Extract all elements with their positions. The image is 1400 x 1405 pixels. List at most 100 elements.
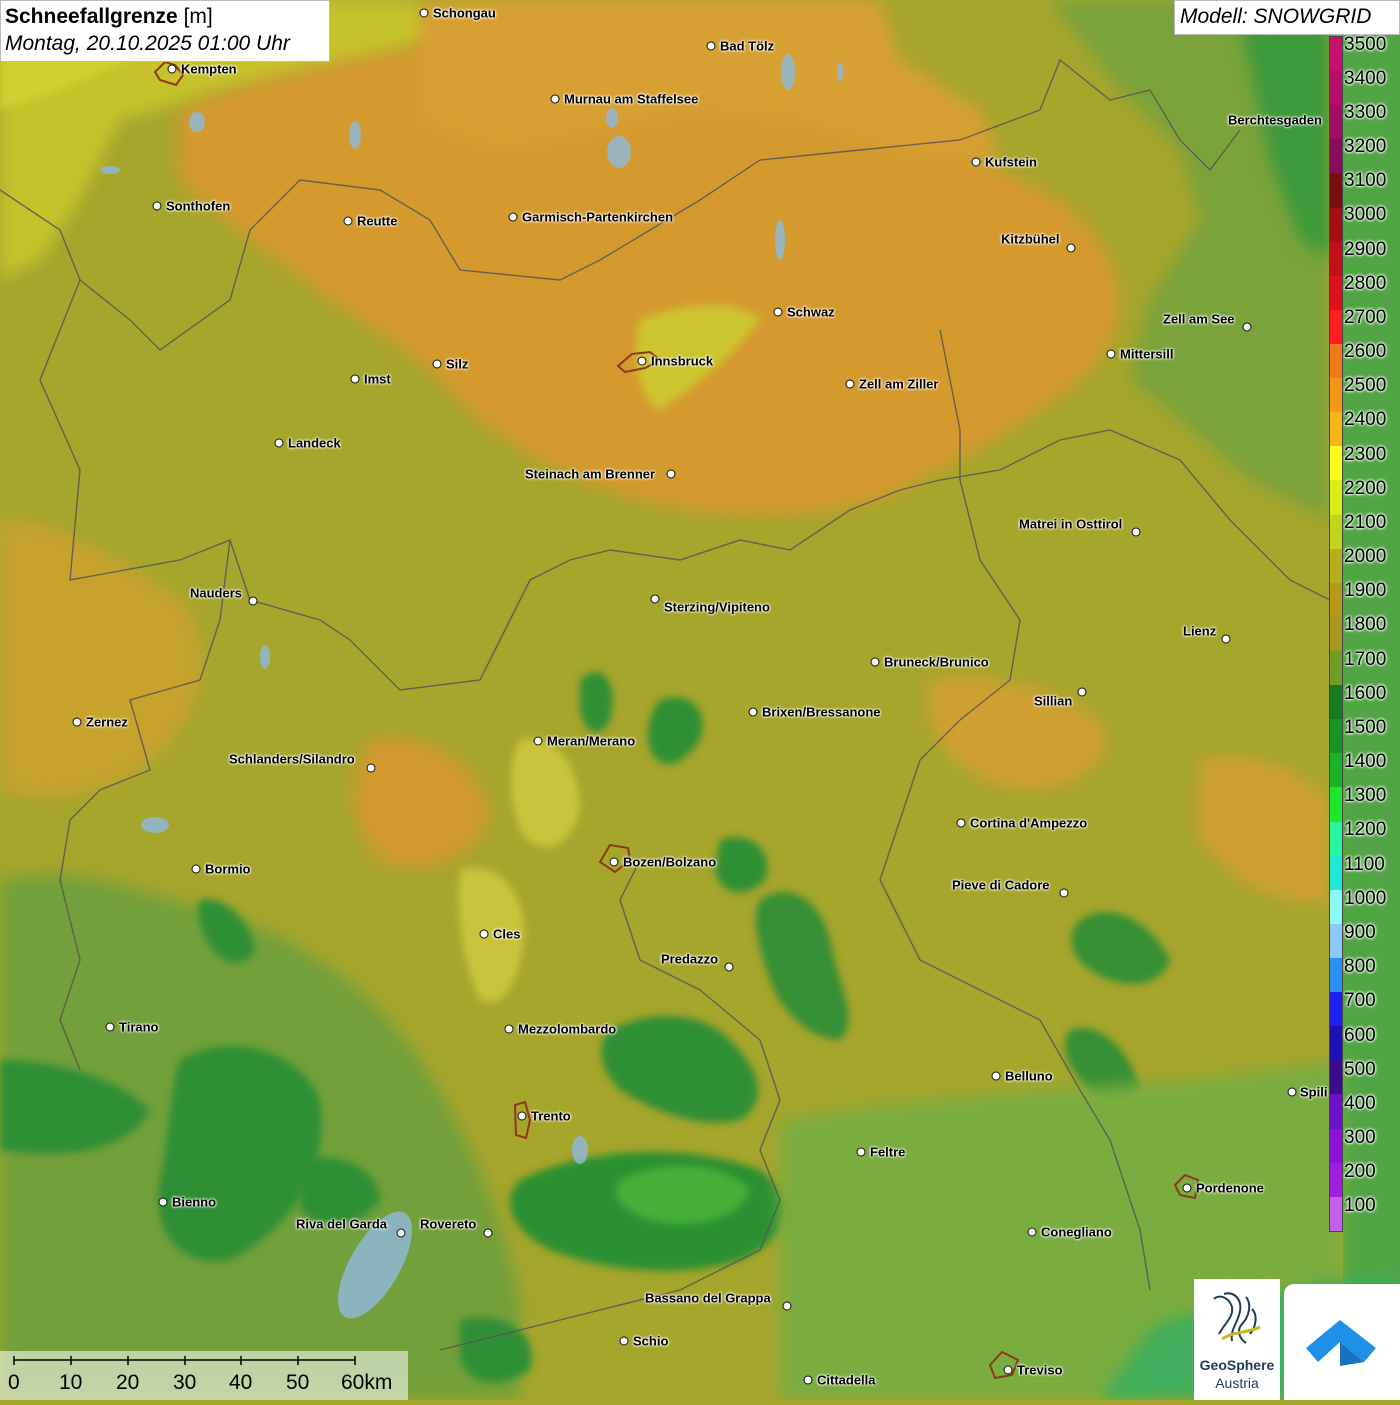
city-marker-icon[interactable] <box>343 216 353 226</box>
city-label[interactable]: Murnau am Staffelsee <box>564 92 698 107</box>
city-marker-icon[interactable] <box>991 1071 1001 1081</box>
city-label[interactable]: Imst <box>364 372 391 387</box>
city-marker-icon[interactable] <box>504 1024 514 1034</box>
city-marker-icon[interactable] <box>748 707 758 717</box>
city-label[interactable]: Cortina d'Ampezzo <box>970 816 1087 831</box>
city-label[interactable]: Spili <box>1300 1085 1327 1100</box>
city-marker-icon[interactable] <box>274 438 284 448</box>
city-marker-icon[interactable] <box>105 1022 115 1032</box>
city-marker-icon[interactable] <box>533 736 543 746</box>
city-marker-icon[interactable] <box>1287 1087 1297 1097</box>
city-label[interactable]: Rovereto <box>420 1217 476 1232</box>
city-marker-icon[interactable] <box>706 41 716 51</box>
city-label[interactable]: Innsbruck <box>651 354 713 369</box>
city-marker-icon[interactable] <box>845 379 855 389</box>
city-marker-icon[interactable] <box>350 374 360 384</box>
city-label[interactable]: Schongau <box>433 6 496 21</box>
city-label[interactable]: Kufstein <box>985 155 1037 170</box>
city-marker-icon[interactable] <box>1242 322 1252 332</box>
city-marker-icon[interactable] <box>971 157 981 167</box>
city-marker-icon[interactable] <box>550 94 560 104</box>
city-marker-icon[interactable] <box>483 1228 493 1238</box>
city-marker-icon[interactable] <box>803 1375 813 1385</box>
city-marker-icon[interactable] <box>870 657 880 667</box>
city-marker-icon[interactable] <box>1066 243 1076 253</box>
city-label[interactable]: Schio <box>633 1334 668 1349</box>
city-label[interactable]: Zell am Ziller <box>859 377 938 392</box>
city-label[interactable]: Brixen/Bressanone <box>762 705 881 720</box>
city-label[interactable]: Sterzing/Vipiteno <box>664 600 770 615</box>
city-label[interactable]: Meran/Merano <box>547 734 635 749</box>
city-marker-icon[interactable] <box>396 1228 406 1238</box>
city-marker-icon[interactable] <box>508 212 518 222</box>
city-marker-icon[interactable] <box>191 864 201 874</box>
geosphere-austria-logo[interactable]: GeoSphere Austria <box>1194 1279 1280 1400</box>
city-label[interactable]: Garmisch-Partenkirchen <box>522 210 673 225</box>
city-label[interactable]: Landeck <box>288 436 341 451</box>
city-label[interactable]: Bozen/Bolzano <box>623 855 716 870</box>
city-marker-icon[interactable] <box>248 596 258 606</box>
city-label[interactable]: Schwaz <box>787 305 835 320</box>
city-marker-icon[interactable] <box>650 594 660 604</box>
city-marker-icon[interactable] <box>432 359 442 369</box>
city-label[interactable]: Cles <box>493 927 520 942</box>
city-marker-icon[interactable] <box>782 1301 792 1311</box>
city-label[interactable]: Kitzbühel <box>1001 232 1060 247</box>
city-label[interactable]: Kempten <box>181 62 237 77</box>
city-label[interactable]: Bormio <box>205 862 251 877</box>
city-marker-icon[interactable] <box>773 307 783 317</box>
city-marker-icon[interactable] <box>1106 349 1116 359</box>
city-marker-icon[interactable] <box>1131 527 1141 537</box>
city-marker-icon[interactable] <box>158 1197 168 1207</box>
city-marker-icon[interactable] <box>956 818 966 828</box>
city-label[interactable]: Cittadella <box>817 1373 876 1388</box>
city-label[interactable]: Mittersill <box>1120 347 1173 362</box>
city-marker-icon[interactable] <box>1003 1365 1013 1375</box>
city-label[interactable]: Treviso <box>1017 1363 1063 1378</box>
city-label[interactable]: Zell am See <box>1163 312 1235 327</box>
city-label[interactable]: Zernez <box>86 715 128 730</box>
city-marker-icon[interactable] <box>724 962 734 972</box>
city-label[interactable]: Feltre <box>870 1145 905 1160</box>
city-marker-icon[interactable] <box>609 857 619 867</box>
city-label[interactable]: Pieve di Cadore <box>952 878 1050 893</box>
city-label[interactable]: Steinach am Brenner <box>525 467 655 482</box>
city-label[interactable]: Sonthofen <box>166 199 230 214</box>
city-label[interactable]: Trento <box>531 1109 571 1124</box>
app-logo[interactable] <box>1284 1284 1400 1400</box>
city-label[interactable]: Nauders <box>190 586 242 601</box>
city-marker-icon[interactable] <box>1059 888 1069 898</box>
city-marker-icon[interactable] <box>1182 1183 1192 1193</box>
city-marker-icon[interactable] <box>1027 1227 1037 1237</box>
city-label[interactable]: Mezzolombardo <box>518 1022 616 1037</box>
city-marker-icon[interactable] <box>366 763 376 773</box>
city-label[interactable]: Bienno <box>172 1195 216 1210</box>
city-marker-icon[interactable] <box>517 1111 527 1121</box>
city-marker-icon[interactable] <box>167 64 177 74</box>
city-marker-icon[interactable] <box>72 717 82 727</box>
city-marker-icon[interactable] <box>619 1336 629 1346</box>
city-label[interactable]: Schlanders/Silandro <box>229 752 355 767</box>
city-marker-icon[interactable] <box>1221 634 1231 644</box>
city-marker-icon[interactable] <box>152 201 162 211</box>
city-marker-icon[interactable] <box>666 469 676 479</box>
city-label[interactable]: Bad Tölz <box>720 39 774 54</box>
city-label[interactable]: Conegliano <box>1041 1225 1112 1240</box>
city-label[interactable]: Pordenone <box>1196 1181 1264 1196</box>
city-marker-icon[interactable] <box>479 929 489 939</box>
city-label[interactable]: Belluno <box>1005 1069 1053 1084</box>
city-label[interactable]: Berchtesgaden <box>1228 113 1322 128</box>
city-marker-icon[interactable] <box>1077 687 1087 697</box>
city-marker-icon[interactable] <box>637 356 647 366</box>
city-label[interactable]: Predazzo <box>661 952 718 967</box>
city-label[interactable]: Sillian <box>1034 694 1072 709</box>
city-marker-icon[interactable] <box>856 1147 866 1157</box>
city-label[interactable]: Reutte <box>357 214 397 229</box>
city-label[interactable]: Bassano del Grappa <box>645 1291 771 1306</box>
city-label[interactable]: Bruneck/Brunico <box>884 655 989 670</box>
city-label[interactable]: Matrei in Osttirol <box>1019 517 1122 532</box>
city-label[interactable]: Silz <box>446 357 468 372</box>
city-label[interactable]: Lienz <box>1183 624 1216 639</box>
city-label[interactable]: Tirano <box>119 1020 159 1035</box>
city-label[interactable]: Riva del Garda <box>296 1217 387 1232</box>
